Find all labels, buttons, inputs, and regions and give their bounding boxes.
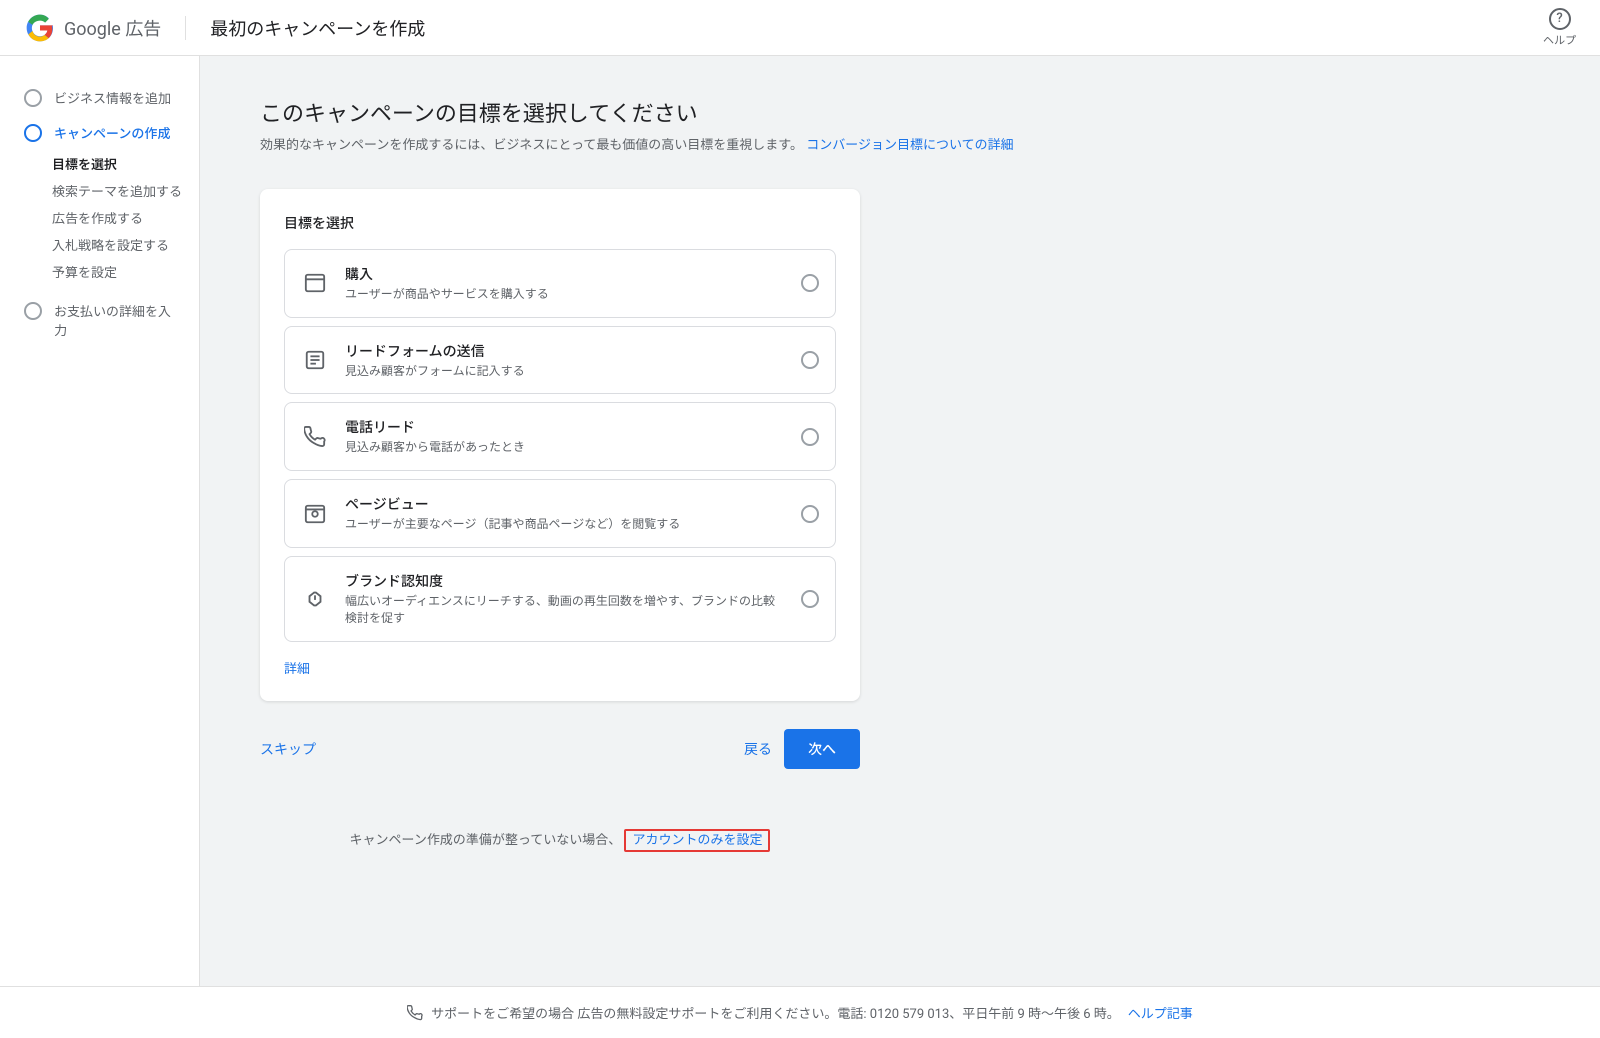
sidebar-substep-bid[interactable]: 入札戦略を設定する: [0, 231, 199, 258]
header-divider: [185, 16, 186, 40]
footer-text: サポートをご希望の場合 広告の無料設定サポートをご利用ください。電話: 0120…: [431, 1003, 1120, 1022]
step3-label: お支払いの詳細を入力: [54, 301, 183, 339]
brand-icon: [301, 585, 329, 613]
sidebar-substep-budget[interactable]: 予算を設定: [0, 258, 199, 285]
detail-link[interactable]: 詳細: [284, 658, 310, 677]
goal-text-phone: 電話リード 見込み顧客から電話があったとき: [345, 417, 785, 456]
goal-item-phone[interactable]: 電話リード 見込み顧客から電話があったとき: [284, 402, 836, 471]
goal-text-pageview: ページビュー ユーザーが主要なページ（記事や商品ページなど）を閲覧する: [345, 494, 785, 533]
pageview-icon: [301, 500, 329, 528]
purchase-icon: [301, 269, 329, 297]
lead-icon: [301, 346, 329, 374]
step3-circle: [24, 302, 42, 320]
sidebar-step-2[interactable]: キャンペーンの作成: [0, 115, 199, 150]
goal-item-pageview[interactable]: ページビュー ユーザーが主要なページ（記事や商品ページなど）を閲覧する: [284, 479, 836, 548]
page-heading: このキャンペーンの目標を選択してください: [260, 96, 1540, 128]
goal-radio-phone[interactable]: [801, 428, 819, 446]
goal-name-brand: ブランド認知度: [345, 571, 785, 591]
goal-item-purchase[interactable]: 購入 ユーザーが商品やサービスを購入する: [284, 249, 836, 318]
header-app-name: Google 広告: [64, 15, 161, 41]
account-only-link[interactable]: アカウントのみを設定: [624, 829, 770, 852]
goal-radio-pageview[interactable]: [801, 505, 819, 523]
help-label: ヘルプ: [1543, 32, 1576, 48]
right-buttons: 戻る 次へ: [744, 729, 860, 769]
google-logo: [24, 12, 56, 44]
sidebar-substep-goal[interactable]: 目標を選択: [0, 150, 199, 177]
goal-card: 目標を選択 購入 ユーザーが商品やサービスを購入する: [260, 189, 860, 701]
goal-item-brand[interactable]: ブランド認知度 幅広いオーディエンスにリーチする、動画の再生回数を増やす、ブラン…: [284, 556, 836, 642]
footer-help-link[interactable]: ヘルプ記事: [1128, 1003, 1193, 1022]
step2-circle: [24, 124, 42, 142]
action-row: スキップ 戻る 次へ: [260, 729, 860, 769]
goal-radio-purchase[interactable]: [801, 274, 819, 292]
goal-desc-brand: 幅広いオーディエンスにリーチする、動画の再生回数を増やす、ブランドの比較検討を促…: [345, 593, 785, 627]
header: Google 広告 最初のキャンペーンを作成 ? ヘルプ: [0, 0, 1600, 56]
sidebar-step-3[interactable]: お支払いの詳細を入力: [0, 293, 199, 347]
goal-name-pageview: ページビュー: [345, 494, 785, 514]
sidebar-step-1[interactable]: ビジネス情報を追加: [0, 80, 199, 115]
sidebar-substep-ad[interactable]: 広告を作成する: [0, 204, 199, 231]
help-icon: ?: [1549, 8, 1571, 30]
help-button[interactable]: ? ヘルプ: [1543, 8, 1576, 48]
goal-text-brand: ブランド認知度 幅広いオーディエンスにリーチする、動画の再生回数を増やす、ブラン…: [345, 571, 785, 627]
google-icon: [24, 12, 56, 44]
phone-icon: [301, 423, 329, 451]
goal-item-lead[interactable]: リードフォームの送信 見込み顧客がフォームに記入する: [284, 326, 836, 395]
step1-circle: [24, 89, 42, 107]
goal-desc-phone: 見込み顧客から電話があったとき: [345, 439, 785, 456]
page-subtitle: 効果的なキャンペーンを作成するには、ビジネスにとって最も価値の高い目標を重視しま…: [260, 136, 1540, 157]
goal-name-purchase: 購入: [345, 264, 785, 284]
goal-name-lead: リードフォームの送信: [345, 341, 785, 361]
goal-text-purchase: 購入 ユーザーが商品やサービスを購入する: [345, 264, 785, 303]
content-area: このキャンペーンの目標を選択してください 効果的なキャンペーンを作成するには、ビ…: [200, 56, 1600, 986]
substep-ad-label: 広告を作成する: [52, 208, 143, 227]
step2-label: キャンペーンの作成: [54, 123, 170, 142]
goal-desc-purchase: ユーザーが商品やサービスを購入する: [345, 286, 785, 303]
substep-budget-label: 予算を設定: [52, 262, 117, 281]
main-layout: ビジネス情報を追加 キャンペーンの作成 目標を選択 検索テーマを追加する 広告を…: [0, 56, 1600, 986]
goal-radio-brand[interactable]: [801, 590, 819, 608]
footer-phone-icon: [407, 1005, 423, 1021]
sidebar: ビジネス情報を追加 キャンペーンの作成 目標を選択 検索テーマを追加する 広告を…: [0, 56, 200, 986]
sidebar-substep-search[interactable]: 検索テーマを追加する: [0, 177, 199, 204]
account-only-text: キャンペーン作成の準備が整っていない場合、: [350, 833, 622, 848]
goal-text-lead: リードフォームの送信 見込み顧客がフォームに記入する: [345, 341, 785, 380]
back-button[interactable]: 戻る: [744, 739, 772, 759]
header-page-title: 最初のキャンペーンを作成: [210, 15, 425, 41]
step1-label: ビジネス情報を追加: [54, 88, 171, 107]
card-title: 目標を選択: [284, 213, 836, 233]
conversion-link[interactable]: コンバージョン目標についての詳細: [806, 138, 1013, 153]
next-button[interactable]: 次へ: [784, 729, 860, 769]
account-only-section: キャンペーン作成の準備が整っていない場合、 アカウントのみを設定: [260, 829, 860, 848]
goal-desc-lead: 見込み顧客がフォームに記入する: [345, 363, 785, 380]
footer: サポートをご希望の場合 広告の無料設定サポートをご利用ください。電話: 0120…: [0, 986, 1600, 1038]
header-logo: Google 広告 最初のキャンペーンを作成: [24, 12, 425, 44]
goal-desc-pageview: ユーザーが主要なページ（記事や商品ページなど）を閲覧する: [345, 516, 785, 533]
substep-search-label: 検索テーマを追加する: [52, 181, 182, 200]
goal-name-phone: 電話リード: [345, 417, 785, 437]
substep-goal-label: 目標を選択: [52, 154, 117, 173]
substep-bid-label: 入札戦略を設定する: [52, 235, 169, 254]
skip-button[interactable]: スキップ: [260, 739, 316, 759]
goal-radio-lead[interactable]: [801, 351, 819, 369]
